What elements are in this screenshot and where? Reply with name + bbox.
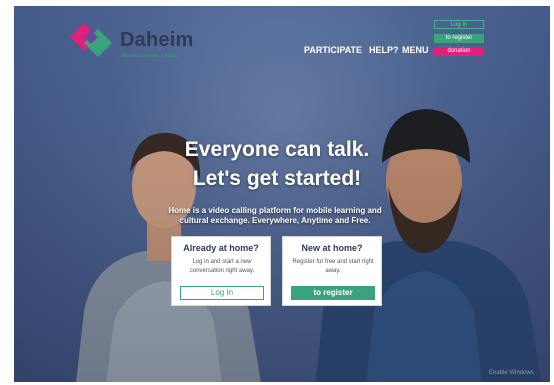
logo-mark-icon [70, 23, 112, 57]
hero-background: Daheim Reden. Lernen. Leben. Log In to r… [14, 6, 550, 382]
register-button[interactable]: to register [291, 286, 375, 300]
hero-subtitle-line-1: Home is a video calling platform for mob… [168, 206, 382, 215]
hero-shade [14, 6, 550, 382]
login-card-title: Already at home? [183, 243, 259, 253]
register-card: New at home? Register for free and start… [282, 236, 382, 306]
login-card-text: Log in and start a new conversation righ… [189, 259, 255, 274]
login-button[interactable]: Log In [180, 286, 264, 300]
register-button-top[interactable]: to register [434, 34, 484, 43]
logo[interactable]: Daheim Reden. Lernen. Leben. [70, 21, 200, 61]
hero-subtitle-line-2: cultural exchange. Everywhere, Anytime a… [179, 216, 371, 225]
register-card-title: New at home? [301, 243, 363, 253]
register-card-text: Register for free and start right away. [292, 259, 374, 274]
headline-secondary: Let's get started! [192, 167, 362, 190]
nav-menu[interactable]: MENU [402, 45, 429, 55]
donation-button[interactable]: donation [434, 47, 484, 56]
nav-help[interactable]: HELP? [369, 45, 399, 55]
logo-tagline: Reden. Lernen. Leben. [122, 53, 179, 59]
nav-participate[interactable]: PARTICIPATE [304, 45, 362, 55]
headline-primary: Everyone can talk. [184, 138, 370, 161]
logo-name: Daheim [120, 29, 194, 51]
page-frame: Daheim Reden. Lernen. Leben. Log In to r… [0, 0, 554, 385]
login-button-top[interactable]: Log In [434, 20, 484, 29]
login-card: Already at home? Log in and start a new … [171, 236, 271, 306]
windows-activation-watermark: Enable Windows [489, 370, 534, 376]
